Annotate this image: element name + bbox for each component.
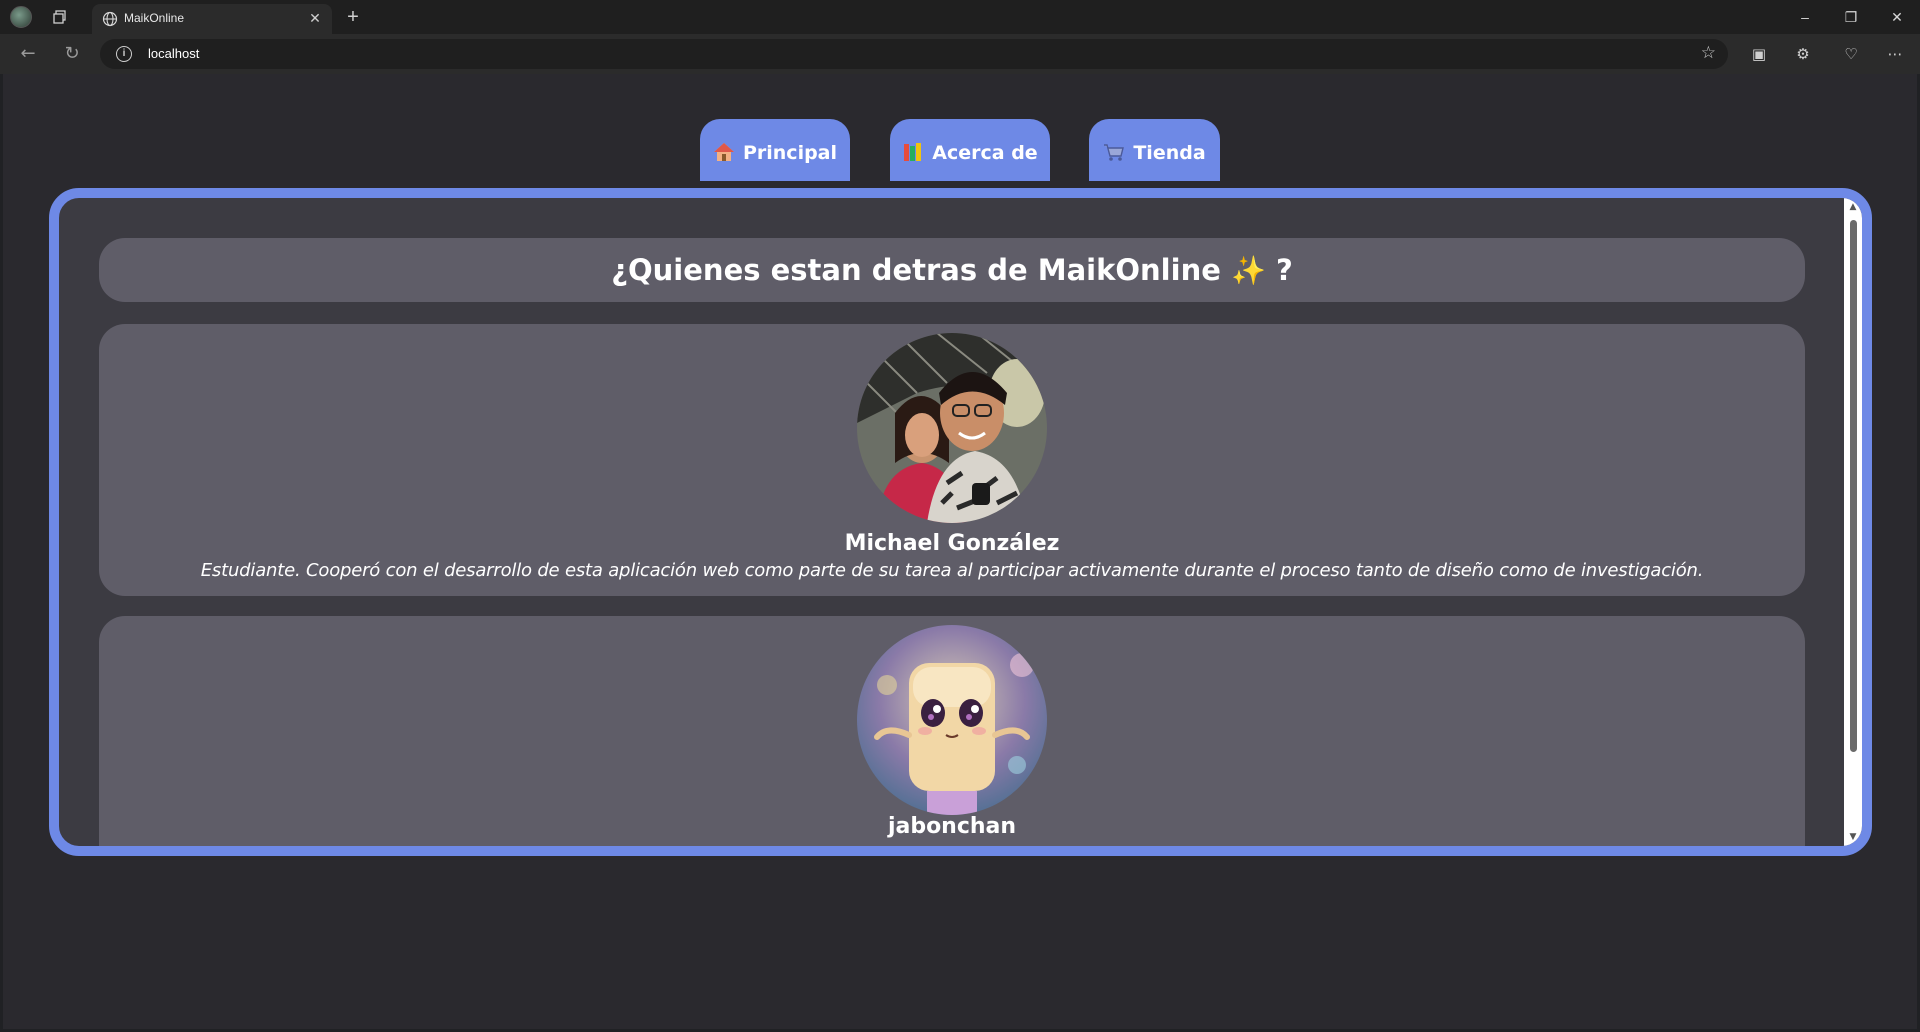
tab-acerca-de[interactable]: Acerca de: [890, 119, 1050, 181]
back-arrow-icon[interactable]: ←: [16, 42, 40, 66]
tab-tienda[interactable]: Tienda: [1089, 119, 1220, 181]
avatar: [857, 333, 1047, 523]
page-title: ¿Quienes estan detras de MaikOnline ✨ ?: [99, 238, 1805, 303]
tab-acerca-de-label: Acerca de: [932, 142, 1038, 164]
browser-tab[interactable]: MaikOnline ✕: [92, 4, 332, 34]
close-window-button[interactable]: ✕: [1874, 0, 1920, 34]
browser-toolbar: ← ↻ i localhost ☆ ▣ ⚙ ♡ ⋯: [0, 34, 1920, 74]
member-name: jabonchan: [887, 814, 1017, 839]
tab-principal[interactable]: Principal: [700, 119, 850, 181]
favorite-star-icon[interactable]: ☆: [1701, 43, 1716, 63]
address-url: localhost: [148, 46, 200, 61]
browser-essentials-icon[interactable]: ♡: [1840, 43, 1862, 65]
vertical-scrollbar[interactable]: ▲ ▼: [1844, 198, 1862, 846]
close-tab-icon[interactable]: ✕: [306, 10, 324, 28]
tab-principal-label: Principal: [742, 142, 838, 164]
restore-button[interactable]: ❐: [1828, 0, 1874, 34]
site-info-icon[interactable]: i: [116, 46, 132, 62]
content-panel: ¿Quienes estan detras de MaikOnline ✨ ?: [49, 188, 1872, 856]
shopping-cart-icon: [1103, 122, 1125, 161]
address-bar[interactable]: i localhost ☆: [100, 39, 1728, 69]
minimize-button[interactable]: –: [1782, 0, 1828, 34]
avatar: [857, 625, 1047, 815]
scroll-up-arrow-icon[interactable]: ▲: [1848, 202, 1858, 212]
browser-tab-strip: MaikOnline ✕ + – ❐ ✕: [0, 0, 1920, 34]
extensions-icon[interactable]: ⚙: [1792, 43, 1814, 65]
page-title-end: ?: [1275, 253, 1293, 287]
more-options-icon[interactable]: ⋯: [1884, 43, 1906, 65]
sparkles-icon: ✨: [1231, 254, 1266, 287]
reload-icon[interactable]: ↻: [60, 42, 84, 66]
books-icon: [902, 122, 924, 161]
globe-icon: [102, 11, 118, 27]
scroll-area[interactable]: ¿Quienes estan detras de MaikOnline ✨ ?: [59, 198, 1844, 846]
profile-avatar[interactable]: [10, 6, 32, 28]
member-card: Michael González Estudiante. Cooperó con…: [99, 324, 1805, 596]
member-card: jabonchan: [99, 616, 1805, 846]
tab-tienda-label: Tienda: [1133, 142, 1206, 164]
tab-actions-icon[interactable]: [52, 9, 68, 25]
member-description: Estudiante. Cooperó con el desarrollo de…: [200, 560, 1704, 581]
browser-tab-title: MaikOnline: [124, 11, 185, 25]
scrollbar-thumb[interactable]: [1850, 220, 1857, 752]
reading-view-icon[interactable]: ▣: [1748, 43, 1770, 65]
main-nav: Principal Acerca de Tienda: [3, 119, 1917, 181]
page-title-text: ¿Quienes estan detras de MaikOnline: [611, 253, 1221, 287]
scroll-down-arrow-icon[interactable]: ▼: [1848, 832, 1858, 842]
page-viewport: Principal Acerca de Tienda ¿Quienes esta…: [3, 74, 1917, 1029]
member-name: Michael González: [844, 531, 1060, 556]
new-tab-button[interactable]: +: [342, 6, 364, 28]
about-heading-box: ¿Quienes estan detras de MaikOnline ✨ ?: [99, 238, 1805, 302]
house-icon: [713, 122, 735, 161]
